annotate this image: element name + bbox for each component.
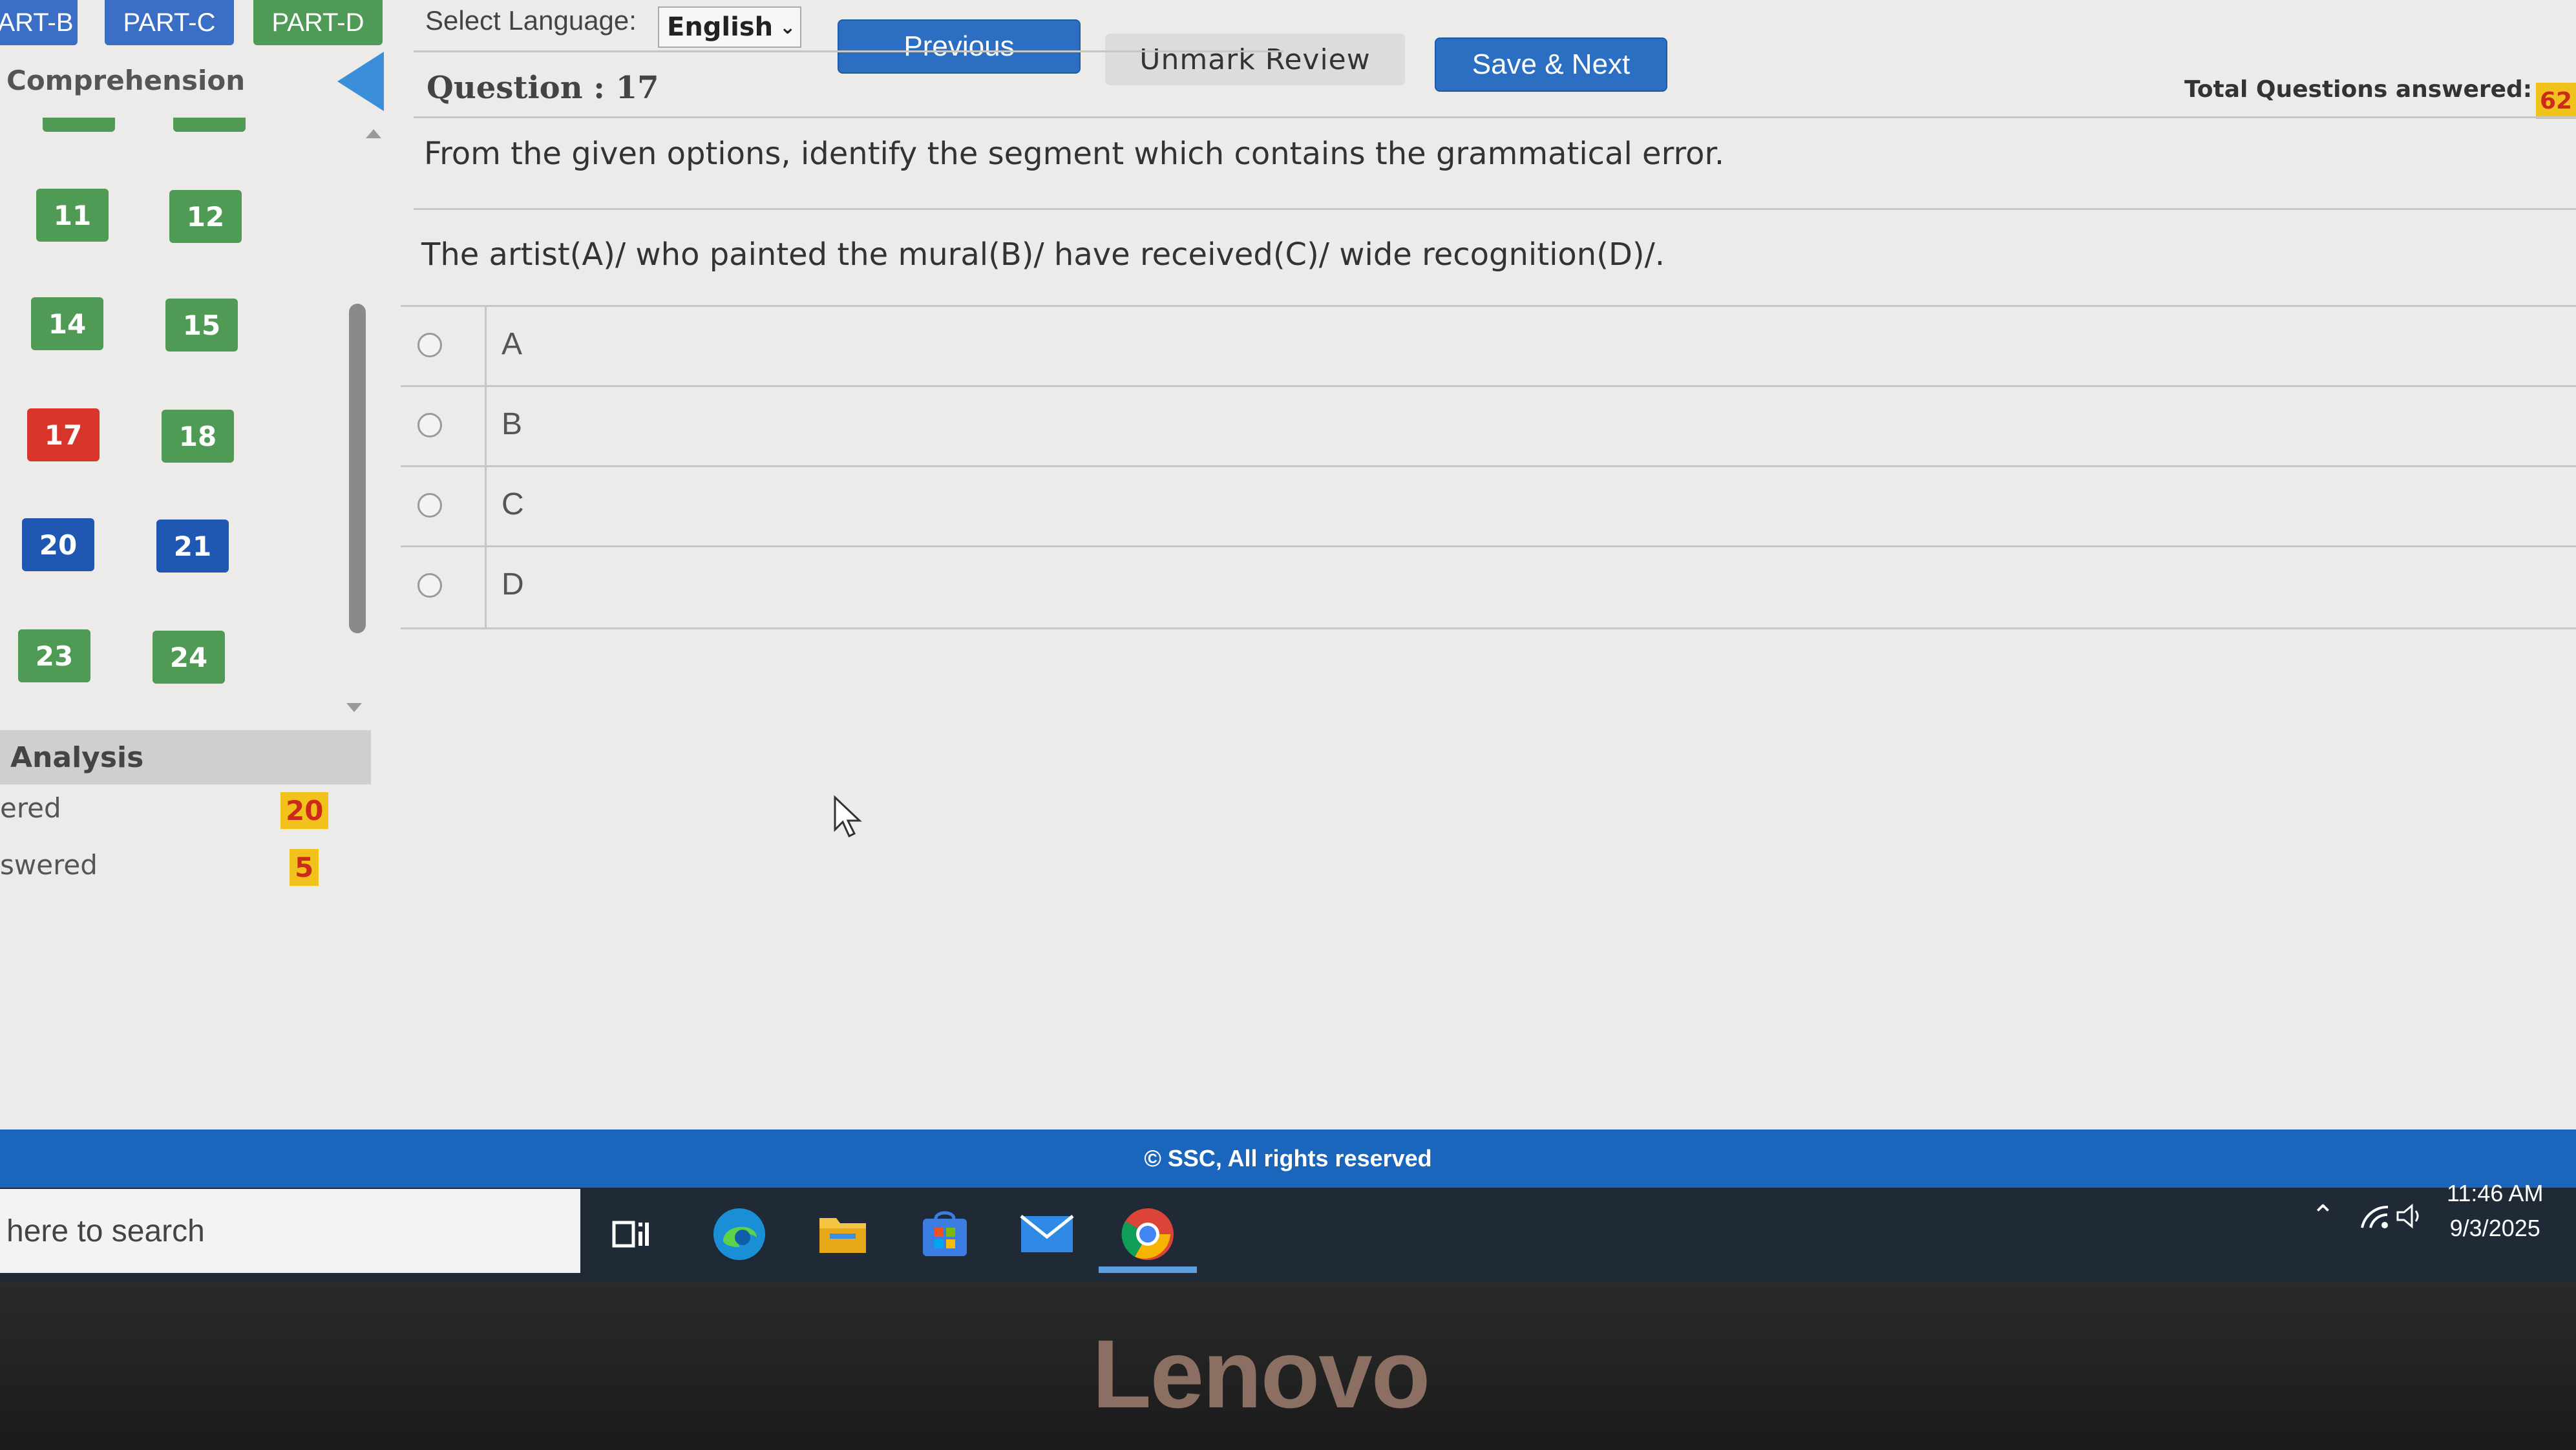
analysis-not-answered-value: 5 [290, 849, 319, 886]
total-answered-value: 62 [2536, 83, 2576, 119]
question-nav-24[interactable]: 24 [153, 631, 225, 684]
option-c-radio[interactable] [417, 493, 442, 518]
question-nav-23[interactable]: 23 [18, 629, 90, 682]
option-a-radio[interactable] [417, 333, 442, 357]
divider [485, 547, 487, 627]
option-b-radio[interactable] [417, 413, 442, 437]
option-b-label: B [501, 407, 523, 441]
language-select[interactable]: English ⌄ [658, 6, 801, 48]
analysis-answered-label: ered [0, 792, 61, 824]
edge-icon[interactable] [707, 1202, 772, 1266]
active-app-indicator [1099, 1266, 1197, 1273]
option-a-label: A [501, 327, 523, 361]
question-stub [173, 118, 246, 132]
divider [414, 208, 2576, 210]
question-nav-17[interactable]: 17 [27, 408, 100, 461]
total-answered-label: Total Questions answered: [2184, 76, 2533, 103]
question-nav-18[interactable]: 18 [162, 410, 234, 463]
scrollbar-thumb[interactable] [349, 304, 366, 633]
store-icon[interactable] [913, 1202, 977, 1266]
question-nav-11[interactable]: 11 [36, 189, 109, 242]
question-nav-12[interactable]: 12 [169, 190, 242, 243]
scroll-down-icon[interactable] [346, 703, 362, 712]
option-row-c[interactable]: C [401, 465, 2576, 547]
unmark-review-button[interactable]: Unmark Review [1105, 34, 1405, 85]
option-row-b[interactable]: B [401, 385, 2576, 467]
wifi-icon[interactable] [2359, 1203, 2391, 1232]
analysis-header: Analysis [0, 730, 371, 784]
question-nav-14[interactable]: 14 [31, 297, 103, 350]
divider [485, 387, 487, 467]
chevron-up-icon[interactable]: ⌃ [2311, 1199, 2335, 1232]
taskbar-search-input[interactable]: here to search [0, 1189, 580, 1273]
mail-icon[interactable] [1015, 1202, 1079, 1266]
divider [414, 50, 1283, 52]
analysis-answered-value: 20 [280, 792, 329, 829]
divider [485, 307, 487, 387]
language-label: Select Language: [425, 5, 637, 36]
volume-icon[interactable] [2395, 1203, 2425, 1232]
tab-part-c[interactable]: PART-C [105, 0, 234, 45]
question-nav-20[interactable]: 20 [22, 518, 94, 571]
option-row-d[interactable]: D [401, 545, 2576, 629]
save-next-button[interactable]: Save & Next [1435, 37, 1667, 92]
task-view-icon[interactable] [598, 1202, 663, 1266]
file-explorer-icon[interactable] [810, 1202, 875, 1266]
analysis-not-answered-label: swered [0, 849, 98, 881]
copyright-footer: © SSC, All rights reserved [0, 1130, 2576, 1188]
mouse-cursor-icon [834, 795, 862, 838]
question-title: Question : 17 [427, 70, 659, 106]
option-d-label: D [501, 567, 524, 602]
monitor-brand-logo: Lenovo [1092, 1319, 1430, 1428]
clock-time: 11:46 AM [2447, 1180, 2544, 1206]
taskbar-clock[interactable]: 11:46 AM 9/3/2025 [2447, 1176, 2543, 1246]
scroll-up-icon[interactable] [366, 129, 381, 138]
chevron-down-icon: ⌄ [779, 16, 796, 39]
language-value: English [667, 12, 774, 42]
option-c-label: C [501, 487, 524, 521]
collapse-panel-icon[interactable] [337, 52, 384, 111]
previous-button[interactable]: Previous [838, 19, 1081, 74]
option-d-radio[interactable] [417, 573, 442, 598]
clock-date: 9/3/2025 [2449, 1215, 2540, 1241]
divider [414, 116, 2576, 118]
option-row-a[interactable]: A [401, 305, 2576, 387]
section-title: Comprehension [6, 65, 246, 96]
tab-part-b[interactable]: ART-B [0, 0, 78, 45]
chrome-icon[interactable] [1115, 1202, 1180, 1266]
question-nav-15[interactable]: 15 [165, 299, 238, 352]
question-instruction: From the given options, identify the seg… [424, 136, 1725, 172]
question-sentence: The artist(A)/ who painted the mural(B)/… [421, 236, 1665, 273]
question-stub [43, 118, 115, 132]
divider [485, 467, 487, 547]
question-nav-21[interactable]: 21 [156, 520, 229, 573]
tab-part-d[interactable]: PART-D [253, 0, 383, 45]
